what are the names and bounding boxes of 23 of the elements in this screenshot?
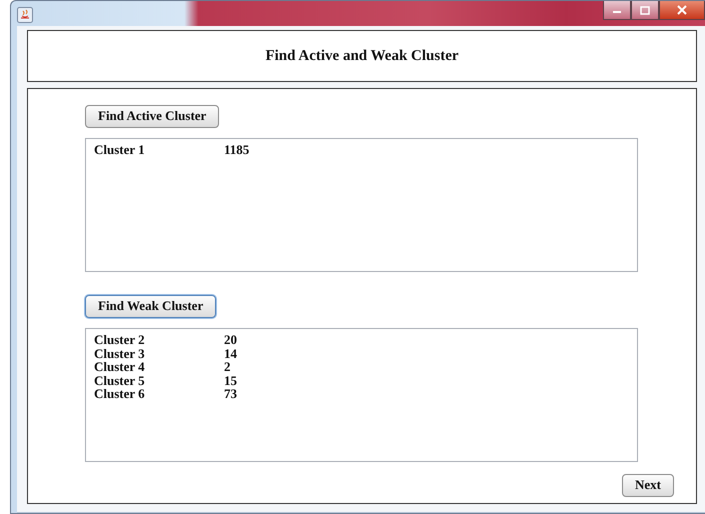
cluster-count: 20 [224,333,237,347]
find-cluster-button[interactable]: Find Active Cluster [85,105,220,128]
close-icon [676,5,688,15]
minimize-button[interactable] [603,1,631,20]
cluster-count: 2 [224,360,230,374]
cluster-count: 1185 [224,143,250,157]
cluster-name: Cluster 6 [94,387,146,401]
cluster-count: 73 [224,387,237,401]
cluster-count: 14 [224,346,237,360]
java-cup-icon [17,7,33,23]
window-title: Find Active and Weak Cluster [265,48,459,64]
maximize-icon [640,6,650,14]
next-button[interactable]: Next [622,474,674,497]
cluster-name: Cluster 1 [94,143,146,157]
cluster-count: 15 [224,374,237,388]
cluster-name: Cluster 3 [94,346,146,360]
cluster-name: Cluster 2 [94,333,146,347]
maximize-button[interactable] [631,1,659,20]
cluster-name: Cluster 5 [94,374,146,388]
find-cluster-button[interactable]: Find Weak Cluster [85,295,216,318]
close-button[interactable] [659,1,705,20]
cluster-name: Cluster 4 [94,360,146,374]
list-box[interactable]: Cluster 1 1185 [94,143,629,157]
